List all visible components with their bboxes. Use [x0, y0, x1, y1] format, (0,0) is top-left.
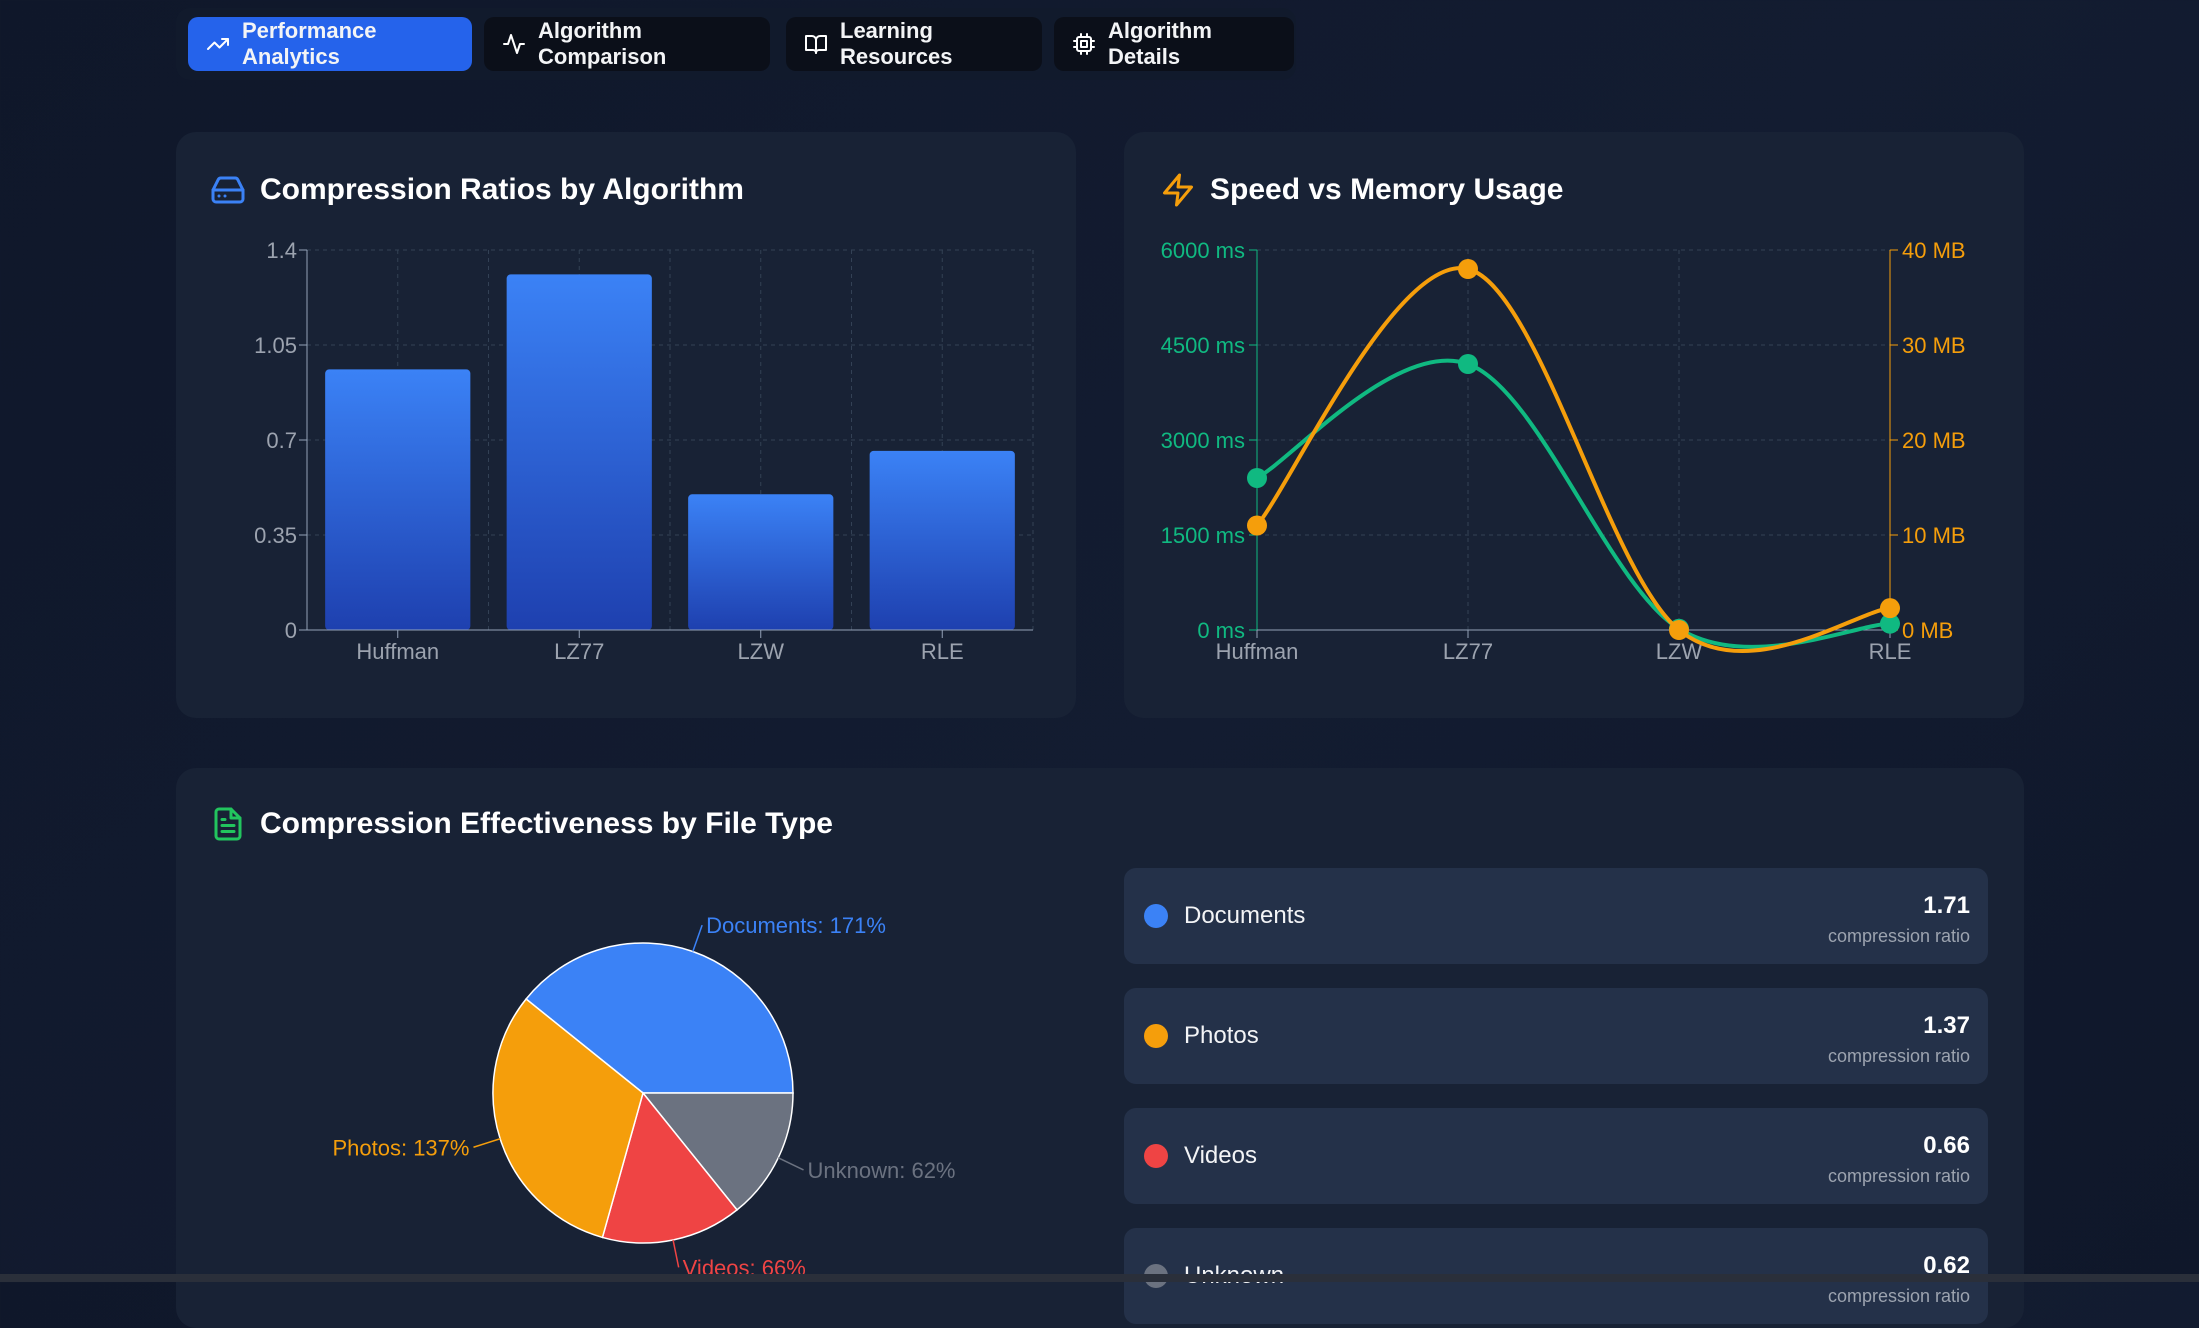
pie-label-documents: Documents: 171%: [706, 913, 886, 938]
pie-label-line: [473, 1138, 501, 1148]
legend-name: Videos: [1184, 1142, 1257, 1169]
color-dot: [1144, 1024, 1168, 1048]
legend-unit: compression ratio: [1827, 1166, 1970, 1186]
legend-value: 0.66: [1923, 1132, 1970, 1159]
legend-name: Documents: [1184, 902, 1306, 929]
pie-label-line: [672, 1239, 680, 1268]
file-type-pie-chart: Documents: 171%Unknown: 62%Videos: 66%Ph…: [332, 913, 956, 1280]
legend-item-photos[interactable]: Photos 1.37 compression ratio: [1124, 988, 1988, 1084]
taskbar-strip: [0, 1274, 2199, 1282]
pie-label-line: [692, 924, 703, 952]
color-dot: [1144, 904, 1168, 928]
legend-unit: compression ratio: [1827, 1286, 1970, 1306]
pie-label-photos: Photos: 137%: [332, 1135, 469, 1160]
legend-name: Photos: [1184, 1022, 1259, 1049]
legend-value: 1.37: [1923, 1012, 1970, 1039]
color-dot: [1144, 1144, 1168, 1168]
legend-item-documents[interactable]: Documents 1.71 compression ratio: [1124, 868, 1988, 964]
legend-unit: compression ratio: [1827, 926, 1970, 946]
pie-label-unknown: Unknown: 62%: [808, 1158, 956, 1183]
legend-unit: compression ratio: [1827, 1046, 1970, 1066]
legend-value: 1.71: [1923, 892, 1970, 919]
pie-label-line: [777, 1157, 804, 1171]
legend-item-videos[interactable]: Videos 0.66 compression ratio: [1124, 1108, 1988, 1204]
